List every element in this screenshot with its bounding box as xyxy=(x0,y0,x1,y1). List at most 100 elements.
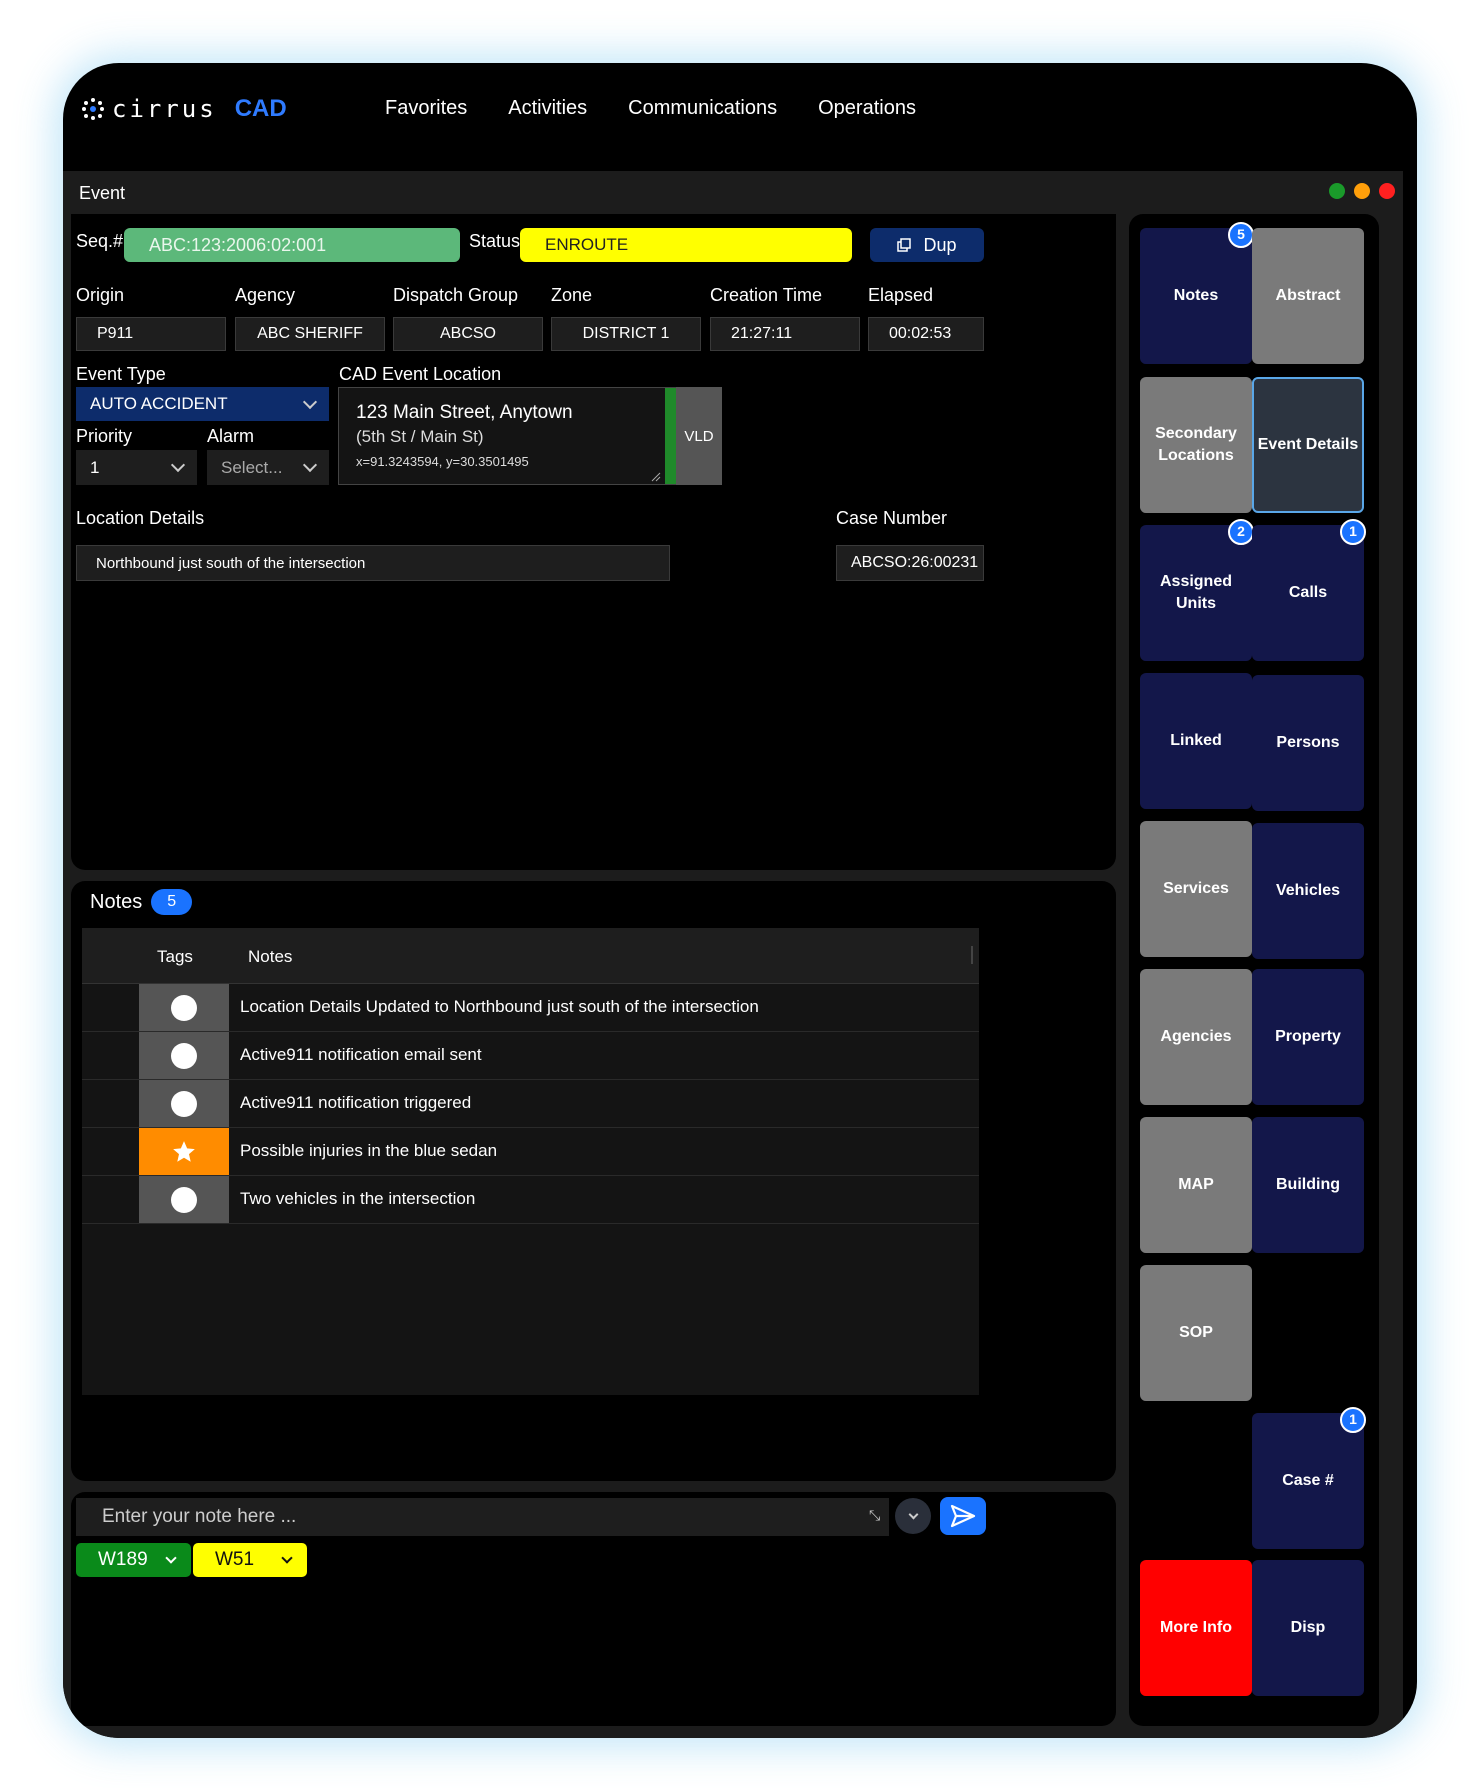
side-map-button[interactable]: MAP xyxy=(1140,1117,1252,1253)
copy-icon xyxy=(897,238,912,252)
tag-toggle[interactable] xyxy=(139,1080,229,1127)
column-resize-handle[interactable] xyxy=(971,946,973,964)
side-services-button[interactable]: Services xyxy=(1140,821,1252,957)
side-label: Assigned Units xyxy=(1159,572,1232,612)
side-label: Case # xyxy=(1282,1471,1334,1489)
note-text: Active911 notification email sent xyxy=(240,1045,482,1064)
alarm-placeholder: Select... xyxy=(221,457,283,477)
seq-field[interactable]: ABC:123:2006:02:001 xyxy=(124,228,460,262)
table-row[interactable]: Possible injuries in the blue sedan xyxy=(82,1128,979,1176)
side-sop-button[interactable]: SOP xyxy=(1140,1265,1252,1401)
resize-handle-icon[interactable] xyxy=(651,472,661,482)
star-icon xyxy=(173,1140,195,1162)
side-calls-button[interactable]: Calls 1 xyxy=(1252,519,1366,661)
location-textarea[interactable]: 123 Main Street, Anytown (5th St / Main … xyxy=(338,387,676,485)
location-address: 123 Main Street, Anytown xyxy=(356,402,573,423)
side-abstract-button[interactable]: Abstract xyxy=(1252,228,1364,364)
dup-button[interactable]: Dup xyxy=(870,228,984,262)
side-label: Secondary Locations xyxy=(1155,424,1237,464)
elapsed-field[interactable]: 00:02:53 xyxy=(868,317,984,351)
device-frame: cirrus CAD Favorites Activities Communic… xyxy=(63,63,1417,1738)
dispatch-group-field[interactable]: ABCSO xyxy=(393,317,543,351)
col-notes[interactable]: Notes xyxy=(248,947,292,967)
tag-toggle[interactable] xyxy=(139,1128,229,1175)
tag-toggle[interactable] xyxy=(139,1176,229,1223)
table-row[interactable]: Active911 notification triggered xyxy=(82,1080,979,1128)
creation-time-field[interactable]: 21:27:11 xyxy=(710,317,860,351)
notes-title: Notes xyxy=(90,890,143,913)
calls-badge: 1 xyxy=(1340,519,1366,545)
origin-field[interactable]: P911 xyxy=(76,317,226,351)
app-logo[interactable]: cirrus CAD xyxy=(82,95,287,123)
side-vehicles-button[interactable]: Vehicles xyxy=(1252,823,1364,959)
elapsed-label: Elapsed xyxy=(868,285,934,305)
alarm-label: Alarm xyxy=(207,426,255,446)
side-notes-button[interactable]: Notes 5 xyxy=(1140,222,1254,364)
cirrus-logo-icon xyxy=(82,98,104,120)
side-label: Property xyxy=(1275,1027,1341,1045)
side-label: More Info xyxy=(1160,1618,1232,1636)
side-label: Notes xyxy=(1173,286,1219,304)
case-number-field[interactable]: ABCSO:26:00231 xyxy=(836,545,984,581)
tag-toggle[interactable] xyxy=(139,984,229,1031)
menu-operations[interactable]: Operations xyxy=(818,97,916,120)
creation-time-label: Creation Time xyxy=(710,285,823,305)
case-number-label: Case Number xyxy=(836,508,948,528)
side-property-button[interactable]: Property xyxy=(1252,969,1364,1105)
priority-select[interactable]: 1 xyxy=(76,450,197,485)
table-row[interactable]: Active911 notification email sent xyxy=(82,1032,979,1080)
note-input[interactable]: Enter your note here ... xyxy=(76,1498,889,1536)
chevron-down-icon xyxy=(302,457,318,473)
side-building-button[interactable]: Building xyxy=(1252,1117,1364,1253)
table-row[interactable]: Two vehicles in the intersection xyxy=(82,1176,979,1224)
col-tags[interactable]: Tags xyxy=(157,947,193,967)
side-agencies-button[interactable]: Agencies xyxy=(1140,969,1252,1105)
event-type-value: AUTO ACCIDENT xyxy=(90,394,228,413)
side-panel: Notes 5 Abstract Secondary Locations Even… xyxy=(1129,214,1379,1726)
side-label: Persons xyxy=(1276,733,1340,751)
vld-button[interactable]: VLD xyxy=(676,387,722,485)
notes-count-badge: 5 xyxy=(151,889,193,915)
alarm-select[interactable]: Select... xyxy=(207,450,329,485)
side-case-number-button[interactable]: Case # 1 xyxy=(1252,1407,1366,1549)
chevron-down-icon xyxy=(302,394,318,409)
side-label: Agencies xyxy=(1160,1027,1232,1045)
side-assigned-units-button[interactable]: Assigned Units 2 xyxy=(1140,519,1254,661)
table-row[interactable]: Location Details Updated to Northbound j… xyxy=(82,984,979,1032)
side-disp-button[interactable]: Disp xyxy=(1252,1560,1364,1696)
side-event-details-button[interactable]: Event Details xyxy=(1252,377,1364,513)
minimize-button[interactable] xyxy=(1354,183,1370,199)
note-text: Active911 notification triggered xyxy=(240,1093,472,1112)
menu-communications[interactable]: Communications xyxy=(628,97,777,120)
expand-icon[interactable]: ⤡ xyxy=(869,1507,880,1524)
note-options-button[interactable] xyxy=(895,1498,931,1534)
maximize-button[interactable] xyxy=(1329,183,1345,199)
unit-chip-w189[interactable]: W189 xyxy=(76,1543,191,1577)
tag-toggle[interactable] xyxy=(139,1032,229,1079)
menu-activities[interactable]: Activities xyxy=(508,97,587,120)
menu-favorites[interactable]: Favorites xyxy=(385,97,467,120)
event-type-select[interactable]: AUTO ACCIDENT xyxy=(76,387,329,421)
side-label: Linked xyxy=(1170,731,1222,749)
top-nav: cirrus CAD Favorites Activities Communic… xyxy=(63,63,1417,171)
side-more-info-button[interactable]: More Info xyxy=(1140,1560,1252,1696)
logo-text: cirrus xyxy=(112,95,217,123)
side-label: Vehicles xyxy=(1275,881,1341,899)
location-cross-streets: (5th St / Main St) xyxy=(356,427,484,446)
chevron-down-icon xyxy=(165,1551,177,1564)
zone-field[interactable]: DISTRICT 1 xyxy=(551,317,701,351)
send-button[interactable] xyxy=(940,1497,986,1535)
close-button[interactable] xyxy=(1379,183,1395,199)
side-secondary-locations-button[interactable]: Secondary Locations xyxy=(1140,377,1252,513)
window-controls xyxy=(1329,183,1395,199)
agency-field[interactable]: ABC SHERIFF xyxy=(235,317,385,351)
unit-label: W51 xyxy=(215,1549,255,1570)
side-linked-button[interactable]: Linked xyxy=(1140,673,1252,809)
chevron-down-icon xyxy=(170,457,186,473)
location-details-field[interactable]: Northbound just south of the intersectio… xyxy=(76,545,670,581)
unit-chip-w51[interactable]: W51 xyxy=(193,1543,307,1577)
status-field[interactable]: ENROUTE xyxy=(520,228,852,262)
side-label: Disp xyxy=(1290,1618,1326,1636)
location-coordinates: x=91.3243594, y=30.3501495 xyxy=(356,454,529,469)
side-persons-button[interactable]: Persons xyxy=(1252,675,1364,811)
